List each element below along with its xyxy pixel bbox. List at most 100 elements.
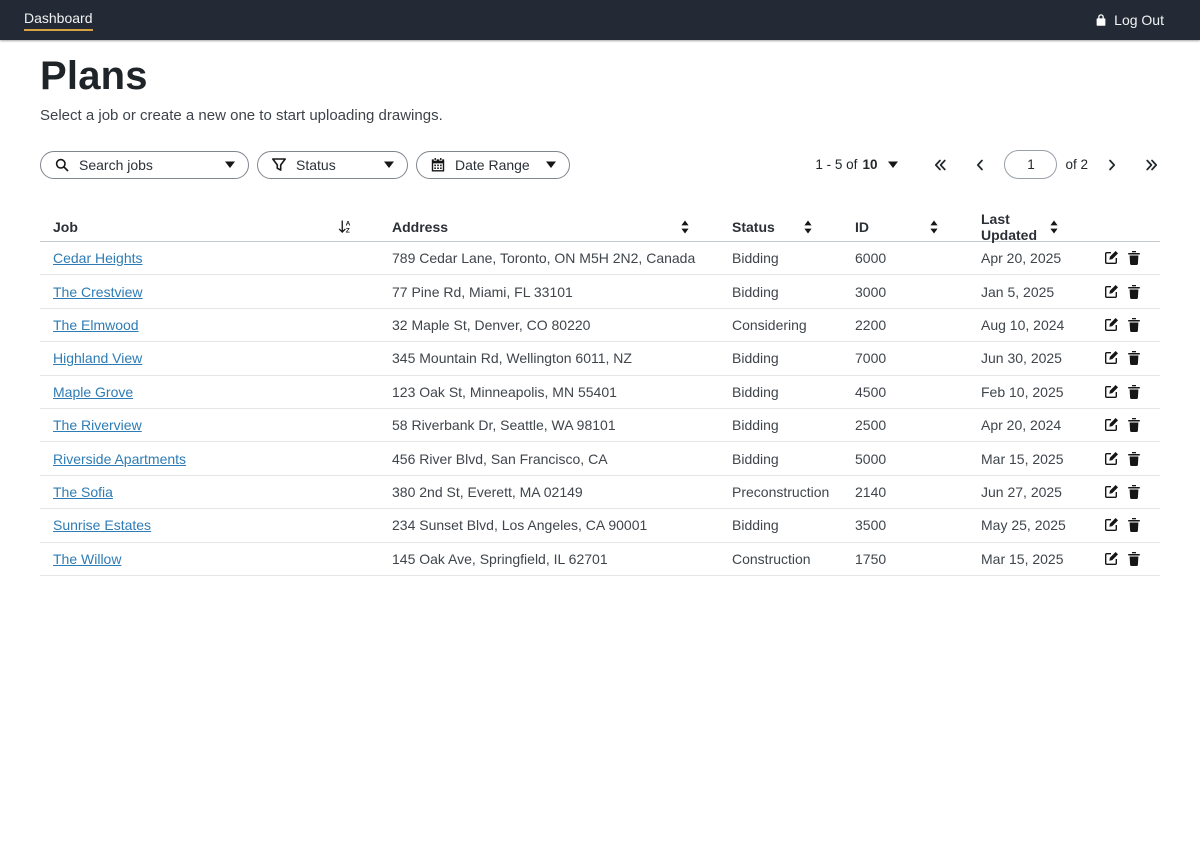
date-range-dropdown[interactable]: Date Range	[416, 151, 570, 179]
dashboard-link[interactable]: Dashboard	[24, 10, 93, 31]
job-link[interactable]: Cedar Heights	[53, 250, 143, 266]
previous-page-button[interactable]	[972, 157, 988, 173]
trash-icon	[1126, 451, 1142, 467]
last-updated-cell: Jun 27, 2025	[968, 484, 1088, 500]
job-link[interactable]: Sunrise Estates	[53, 517, 151, 533]
id-cell: 7000	[842, 350, 968, 366]
delete-button[interactable]	[1125, 283, 1143, 301]
sort-updown-icon[interactable]	[677, 219, 693, 235]
edit-button[interactable]	[1102, 349, 1120, 367]
column-header-address: Address	[379, 219, 719, 235]
column-label-id: ID	[855, 219, 869, 235]
id-cell: 2200	[842, 317, 968, 333]
status-cell: Bidding	[719, 284, 842, 300]
search-icon	[54, 157, 70, 173]
edit-button[interactable]	[1102, 316, 1120, 334]
page-subtitle: Select a job or create a new one to star…	[40, 107, 1160, 124]
id-cell: 2500	[842, 417, 968, 433]
last-updated-cell: Feb 10, 2025	[968, 384, 1088, 400]
job-link[interactable]: The Sofia	[53, 484, 113, 500]
id-cell: 4500	[842, 384, 968, 400]
delete-button[interactable]	[1125, 483, 1143, 501]
edit-button[interactable]	[1102, 516, 1120, 534]
table-row: The Crestview 77 Pine Rd, Miami, FL 3310…	[40, 275, 1160, 308]
trash-icon	[1126, 484, 1142, 500]
delete-button[interactable]	[1125, 550, 1143, 568]
column-label-last-updated: Last Updated	[981, 211, 1046, 243]
edit-button[interactable]	[1102, 450, 1120, 468]
edit-button[interactable]	[1102, 550, 1120, 568]
status-cell: Bidding	[719, 384, 842, 400]
address-cell: 234 Sunset Blvd, Los Angeles, CA 90001	[379, 517, 719, 533]
column-header-status: Status	[719, 219, 842, 235]
page-number-input[interactable]	[1004, 150, 1057, 179]
trash-icon	[1126, 284, 1142, 300]
search-jobs-dropdown[interactable]: Search jobs	[40, 151, 249, 179]
edit-icon	[1103, 484, 1119, 500]
status-cell: Bidding	[719, 417, 842, 433]
job-cell: Sunrise Estates	[40, 517, 379, 533]
address-cell: 456 River Blvd, San Francisco, CA	[379, 451, 719, 467]
edit-button[interactable]	[1102, 383, 1120, 401]
edit-icon	[1103, 517, 1119, 533]
lock-icon	[1094, 13, 1108, 27]
delete-button[interactable]	[1125, 349, 1143, 367]
first-page-button[interactable]	[932, 157, 948, 173]
column-label-job: Job	[53, 219, 78, 235]
sort-updown-icon[interactable]	[800, 219, 816, 235]
column-label-status: Status	[732, 219, 775, 235]
sort-updown-icon[interactable]	[926, 219, 942, 235]
table-row: Riverside Apartments 456 River Blvd, San…	[40, 442, 1160, 475]
delete-button[interactable]	[1125, 516, 1143, 534]
actions-cell	[1088, 249, 1160, 267]
last-updated-cell: Aug 10, 2024	[968, 317, 1088, 333]
job-link[interactable]: Highland View	[53, 350, 142, 366]
delete-button[interactable]	[1125, 416, 1143, 434]
svg-text:Z: Z	[346, 228, 350, 235]
delete-button[interactable]	[1125, 316, 1143, 334]
page-title: Plans	[40, 54, 1160, 99]
edit-icon	[1103, 551, 1119, 567]
job-link[interactable]: The Crestview	[53, 284, 142, 300]
delete-button[interactable]	[1125, 383, 1143, 401]
sort-updown-icon[interactable]	[1046, 219, 1062, 235]
actions-cell	[1088, 516, 1160, 534]
status-cell: Preconstruction	[719, 484, 842, 500]
main-content: Plans Select a job or create a new one t…	[0, 54, 1200, 576]
table-row: The Riverview 58 Riverbank Dr, Seattle, …	[40, 409, 1160, 442]
last-page-button[interactable]	[1144, 157, 1160, 173]
id-cell: 6000	[842, 250, 968, 266]
delete-button[interactable]	[1125, 249, 1143, 267]
status-filter-dropdown[interactable]: Status	[257, 151, 408, 179]
job-link[interactable]: The Willow	[53, 551, 121, 567]
column-header-last-updated: Last Updated	[968, 211, 1088, 243]
edit-icon	[1103, 451, 1119, 467]
status-cell: Construction	[719, 551, 842, 567]
page-size-dropdown[interactable]: 1 - 5 of 10	[815, 157, 898, 172]
trash-icon	[1126, 317, 1142, 333]
job-link[interactable]: The Riverview	[53, 417, 142, 433]
top-bar: Dashboard Log Out	[0, 0, 1200, 40]
address-cell: 32 Maple St, Denver, CO 80220	[379, 317, 719, 333]
address-cell: 123 Oak St, Minneapolis, MN 55401	[379, 384, 719, 400]
edit-button[interactable]	[1102, 483, 1120, 501]
range-text: 1 - 5 of	[815, 157, 857, 172]
trash-icon	[1126, 384, 1142, 400]
trash-icon	[1126, 350, 1142, 366]
delete-button[interactable]	[1125, 450, 1143, 468]
logout-button[interactable]: Log Out	[1094, 12, 1164, 28]
trash-icon	[1126, 517, 1142, 533]
edit-button[interactable]	[1102, 249, 1120, 267]
next-page-button[interactable]	[1104, 157, 1120, 173]
trash-icon	[1126, 551, 1142, 567]
job-link[interactable]: The Elmwood	[53, 317, 139, 333]
sort-alphabetical-icon[interactable]: A Z	[337, 219, 353, 235]
job-cell: The Willow	[40, 551, 379, 567]
job-link[interactable]: Maple Grove	[53, 384, 133, 400]
plans-table: Job A Z Address Status ID	[40, 211, 1160, 576]
job-link[interactable]: Riverside Apartments	[53, 451, 186, 467]
edit-button[interactable]	[1102, 283, 1120, 301]
job-cell: Maple Grove	[40, 384, 379, 400]
edit-button[interactable]	[1102, 416, 1120, 434]
id-cell: 3500	[842, 517, 968, 533]
